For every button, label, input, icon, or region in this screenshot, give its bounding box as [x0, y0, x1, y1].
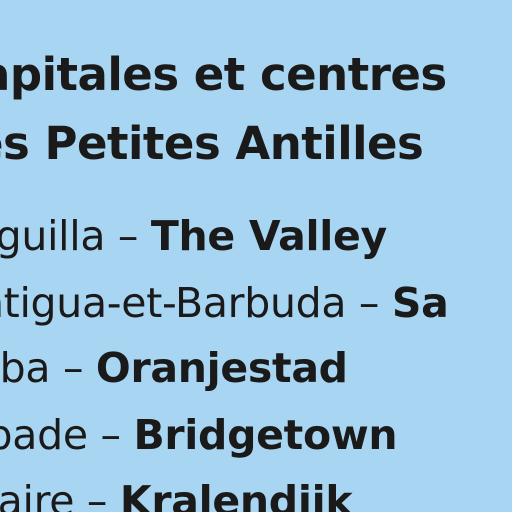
legend-title-line-1: apitales et centres	[0, 48, 447, 101]
capital-name: The Valley	[150, 212, 387, 260]
territory-name: uba	[0, 344, 51, 392]
legend-entry: uba – Oranjestad	[0, 348, 348, 389]
separator: –	[74, 477, 120, 512]
territory-name: rbade	[0, 411, 88, 459]
capital-name: Bridgetown	[133, 411, 398, 459]
map-legend-panel: apitales et centres es Petites Antilles …	[0, 0, 512, 512]
legend-entry: naire – Kralendijk	[0, 481, 353, 512]
legend-entry: ntigua-et-Barbuda – Sa	[0, 283, 449, 324]
capital-name: Oranjestad	[95, 344, 348, 392]
capital-name: Sa	[391, 279, 449, 327]
separator: –	[105, 212, 151, 260]
territory-name: naire	[0, 477, 75, 512]
capital-name: Kralendijk	[119, 477, 353, 512]
separator: –	[87, 411, 134, 459]
legend-entry: rbade – Bridgetown	[0, 415, 398, 456]
territory-name: ntigua-et-Barbuda	[0, 279, 347, 327]
legend-title-line-2: es Petites Antilles	[0, 117, 424, 170]
separator: –	[346, 279, 392, 327]
separator: –	[50, 344, 96, 392]
territory-name: nguilla	[0, 212, 106, 260]
legend-entry: nguilla – The Valley	[0, 216, 387, 257]
